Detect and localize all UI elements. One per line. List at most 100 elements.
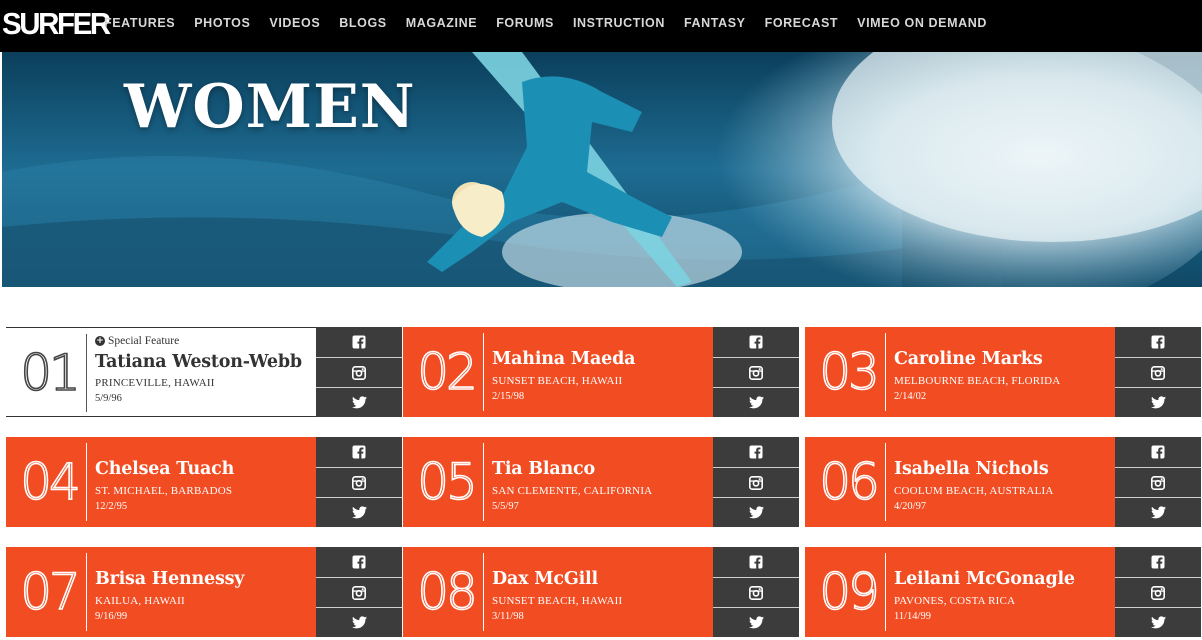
share-facebook-button[interactable] [316, 547, 402, 577]
share-instagram-button[interactable] [316, 357, 402, 387]
instagram-icon [749, 475, 763, 490]
card-info: Mahina Maeda SUNSET BEACH, HAWAII 2/15/98 [492, 327, 710, 417]
share-facebook-button[interactable] [1115, 437, 1201, 467]
surfer-birthdate: 3/11/98 [492, 611, 524, 622]
surfer-logo[interactable]: SURFER [2, 8, 111, 40]
share-instagram-button[interactable] [316, 467, 402, 497]
nav-item-photos[interactable]: PHOTOS [194, 16, 250, 30]
nav-item-fantasy[interactable]: FANTASY [684, 16, 746, 30]
share-instagram-button[interactable] [1115, 577, 1201, 607]
ranking-card-body[interactable]: 08 Dax McGill SUNSET BEACH, HAWAII 3/11/98 [403, 547, 713, 637]
ranking-card-body[interactable]: 04 Chelsea Tuach ST. MICHAEL, BARBADOS 12/2… [6, 437, 316, 527]
ranking-card-body[interactable]: 07 Brisa Hennessy KAILUA, HAWAII 9/16/99 [6, 547, 316, 637]
ranking-card: 07 Brisa Hennessy KAILUA, HAWAII 9/16/99 [6, 547, 402, 637]
share-instagram-button[interactable] [713, 577, 799, 607]
nav-item-forecast[interactable]: FORECAST [765, 16, 839, 30]
surfer-location: SUNSET BEACH, HAWAII [492, 375, 623, 387]
rank-number: 01 [19, 343, 81, 403]
facebook-icon [1151, 555, 1165, 569]
surfer-name[interactable]: Dax McGill [492, 569, 598, 589]
twitter-icon [1150, 396, 1166, 409]
share-twitter-button[interactable] [316, 497, 402, 527]
instagram-icon [352, 365, 366, 380]
share-instagram-button[interactable] [316, 577, 402, 607]
share-facebook-button[interactable] [713, 327, 799, 357]
social-share-column [1115, 327, 1201, 417]
share-instagram-button[interactable] [1115, 357, 1201, 387]
twitter-icon [1150, 616, 1166, 629]
share-facebook-button[interactable] [713, 547, 799, 577]
ranking-card-body[interactable]: 01 + Special Feature Tatiana Weston-Webb PRI… [6, 327, 316, 417]
top-nav: SURFER FEATURES PHOTOS VIDEOS BLOGS MAGA… [0, 0, 1202, 52]
ranking-card: 01 + Special Feature Tatiana Weston-Webb PRI… [6, 327, 402, 417]
surfer-birthdate: 11/14/99 [894, 611, 931, 622]
nav-item-instruction[interactable]: INSTRUCTION [573, 16, 665, 30]
special-feature-label[interactable]: + Special Feature [95, 335, 179, 347]
nav-item-videos[interactable]: VIDEOS [269, 16, 320, 30]
twitter-icon [748, 396, 764, 409]
ranking-card: 02 Mahina Maeda SUNSET BEACH, HAWAII 2/15/9… [403, 327, 799, 417]
nav-item-magazine[interactable]: MAGAZINE [406, 16, 477, 30]
surfer-name[interactable]: Isabella Nichols [894, 459, 1049, 479]
surfer-name[interactable]: Chelsea Tuach [95, 459, 234, 479]
surfer-location: MELBOURNE BEACH, FLORIDA [894, 375, 1061, 387]
share-facebook-button[interactable] [316, 437, 402, 467]
instagram-icon [352, 585, 366, 600]
surfer-name[interactable]: Brisa Hennessy [95, 569, 244, 589]
share-facebook-button[interactable] [1115, 547, 1201, 577]
share-twitter-button[interactable] [1115, 497, 1201, 527]
nav-item-features[interactable]: FEATURES [104, 16, 175, 30]
instagram-icon [749, 365, 763, 380]
card-info: Caroline Marks MELBOURNE BEACH, FLORIDA 2/… [894, 327, 1112, 417]
instagram-icon [352, 475, 366, 490]
card-divider [885, 443, 886, 521]
share-twitter-button[interactable] [1115, 607, 1201, 637]
twitter-icon [748, 616, 764, 629]
ranking-card-body[interactable]: 03 Caroline Marks MELBOURNE BEACH, FLORIDA… [805, 327, 1115, 417]
card-divider [86, 334, 87, 412]
rank-number: 06 [818, 452, 880, 512]
share-twitter-button[interactable] [713, 387, 799, 417]
card-divider [885, 553, 886, 631]
ranking-card-body[interactable]: 02 Mahina Maeda SUNSET BEACH, HAWAII 2/15/9… [403, 327, 713, 417]
ranking-card-body[interactable]: 09 Leilani McGonagle PAVONES, COSTA RICA 11… [805, 547, 1115, 637]
card-divider [483, 553, 484, 631]
surfer-name[interactable]: Caroline Marks [894, 349, 1043, 369]
share-facebook-button[interactable] [316, 327, 402, 357]
card-info: Chelsea Tuach ST. MICHAEL, BARBADOS 12/2/9… [95, 437, 313, 527]
share-instagram-button[interactable] [1115, 467, 1201, 497]
share-twitter-button[interactable] [713, 607, 799, 637]
surfer-name[interactable]: Tia Blanco [492, 459, 595, 479]
nav-item-blogs[interactable]: BLOGS [339, 16, 386, 30]
share-twitter-button[interactable] [713, 497, 799, 527]
page-title: WOMEN [124, 72, 416, 142]
card-info: Isabella Nichols COOLUM BEACH, AUSTRALIA 4… [894, 437, 1112, 527]
nav-item-vimeo-on-demand[interactable]: VIMEO ON DEMAND [857, 16, 987, 30]
facebook-icon [352, 335, 366, 349]
surfer-name[interactable]: Tatiana Weston-Webb [95, 352, 302, 372]
nav-item-forums[interactable]: FORUMS [496, 16, 554, 30]
ranking-card-body[interactable]: 06 Isabella Nichols COOLUM BEACH, AUSTRALI… [805, 437, 1115, 527]
surfer-name[interactable]: Mahina Maeda [492, 349, 635, 369]
facebook-icon [1151, 335, 1165, 349]
rank-number: 04 [19, 452, 81, 512]
share-facebook-button[interactable] [1115, 327, 1201, 357]
surfer-birthdate: 5/9/96 [95, 393, 122, 404]
share-twitter-button[interactable] [316, 387, 402, 417]
share-instagram-button[interactable] [713, 357, 799, 387]
social-share-column [316, 547, 402, 637]
surfer-birthdate: 9/16/99 [95, 611, 128, 622]
share-twitter-button[interactable] [316, 607, 402, 637]
ranking-card-body[interactable]: 05 Tia Blanco SAN CLEMENTE, CALIFORNIA 5/5/… [403, 437, 713, 527]
share-facebook-button[interactable] [713, 437, 799, 467]
instagram-icon [1151, 585, 1165, 600]
surfer-name[interactable]: Leilani McGonagle [894, 569, 1075, 589]
social-share-column [1115, 437, 1201, 527]
share-instagram-button[interactable] [713, 467, 799, 497]
card-divider [86, 553, 87, 631]
ranking-card: 03 Caroline Marks MELBOURNE BEACH, FLORIDA… [805, 327, 1201, 417]
ranking-card: 04 Chelsea Tuach ST. MICHAEL, BARBADOS 12/2… [6, 437, 402, 527]
special-feature-text: Special Feature [108, 335, 180, 347]
share-twitter-button[interactable] [1115, 387, 1201, 417]
hero-banner: WOMEN [2, 52, 1202, 287]
